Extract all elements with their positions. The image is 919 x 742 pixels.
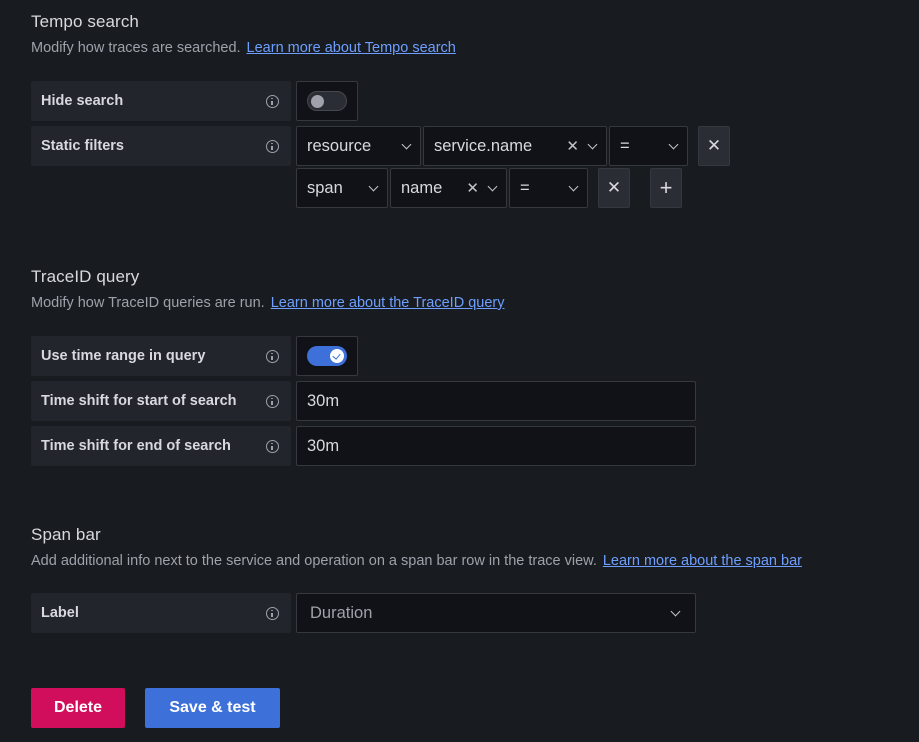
close-icon: ✕ (606, 178, 622, 197)
hide-search-label: Hide search (31, 81, 291, 121)
section-title-tempo-search: Tempo search (31, 12, 139, 31)
time-shift-end-input[interactable]: 30m (296, 426, 696, 466)
close-icon: ✕ (706, 136, 722, 155)
chevron-down-icon (668, 139, 679, 149)
hide-search-toggle[interactable] (296, 81, 358, 121)
time-shift-start-label: Time shift for start of search (31, 381, 291, 421)
span-bar-label-label: Label (31, 593, 291, 633)
info-circle-icon[interactable] (266, 349, 279, 363)
link-learn-span-bar[interactable]: Learn more about the span bar (603, 553, 802, 569)
add-filter-button[interactable]: + (650, 168, 682, 208)
use-time-range-toggle[interactable] (296, 336, 358, 376)
info-circle-icon[interactable] (266, 606, 279, 620)
static-filters-label: Static filters (31, 126, 291, 166)
section-description-tempo-search: Modify how traces are searched. Learn mor… (31, 40, 456, 56)
filter-operator-select[interactable]: = (509, 168, 588, 208)
clear-icon[interactable]: ✕ (566, 137, 579, 155)
chevron-down-icon (368, 181, 379, 191)
filter-tag-select[interactable]: service.name ✕ (423, 126, 607, 166)
check-icon (330, 349, 344, 363)
span-bar-label-select[interactable]: Duration (296, 593, 696, 633)
info-circle-icon[interactable] (266, 394, 279, 408)
section-title-span-bar: Span bar (31, 525, 101, 544)
time-shift-end-label: Time shift for end of search (31, 426, 291, 466)
chevron-down-icon (587, 139, 598, 149)
chevron-down-icon (568, 181, 579, 191)
chevron-down-icon (401, 139, 412, 149)
save-test-button[interactable]: Save & test (145, 688, 280, 728)
time-shift-start-input[interactable]: 30m (296, 381, 696, 421)
filter-tag-select[interactable]: name ✕ (390, 168, 507, 208)
remove-filter-button[interactable]: ✕ (698, 126, 730, 166)
info-circle-icon[interactable] (266, 94, 279, 108)
filter-operator-select[interactable]: = (609, 126, 688, 166)
section-description-span-bar: Add additional info next to the service … (31, 553, 802, 569)
delete-button[interactable]: Delete (31, 688, 125, 728)
clear-icon[interactable]: ✕ (466, 179, 479, 197)
toggle-switch-off[interactable] (307, 91, 347, 111)
link-learn-tempo-search[interactable]: Learn more about Tempo search (247, 40, 456, 56)
section-title-traceid-query: TraceID query (31, 267, 140, 286)
chevron-down-icon (487, 181, 498, 191)
filter-scope-select[interactable]: span (296, 168, 388, 208)
info-circle-icon[interactable] (266, 439, 279, 453)
toggle-switch-on[interactable] (307, 346, 347, 366)
remove-filter-button[interactable]: ✕ (598, 168, 630, 208)
plus-icon: + (659, 175, 673, 200)
info-circle-icon[interactable] (266, 139, 279, 153)
filter-scope-select[interactable]: resource (296, 126, 421, 166)
section-description-traceid-query: Modify how TraceID queries are run. Learn… (31, 295, 505, 311)
use-time-range-label: Use time range in query (31, 336, 291, 376)
link-learn-traceid-query[interactable]: Learn more about the TraceID query (271, 295, 505, 311)
chevron-down-icon (670, 606, 681, 616)
